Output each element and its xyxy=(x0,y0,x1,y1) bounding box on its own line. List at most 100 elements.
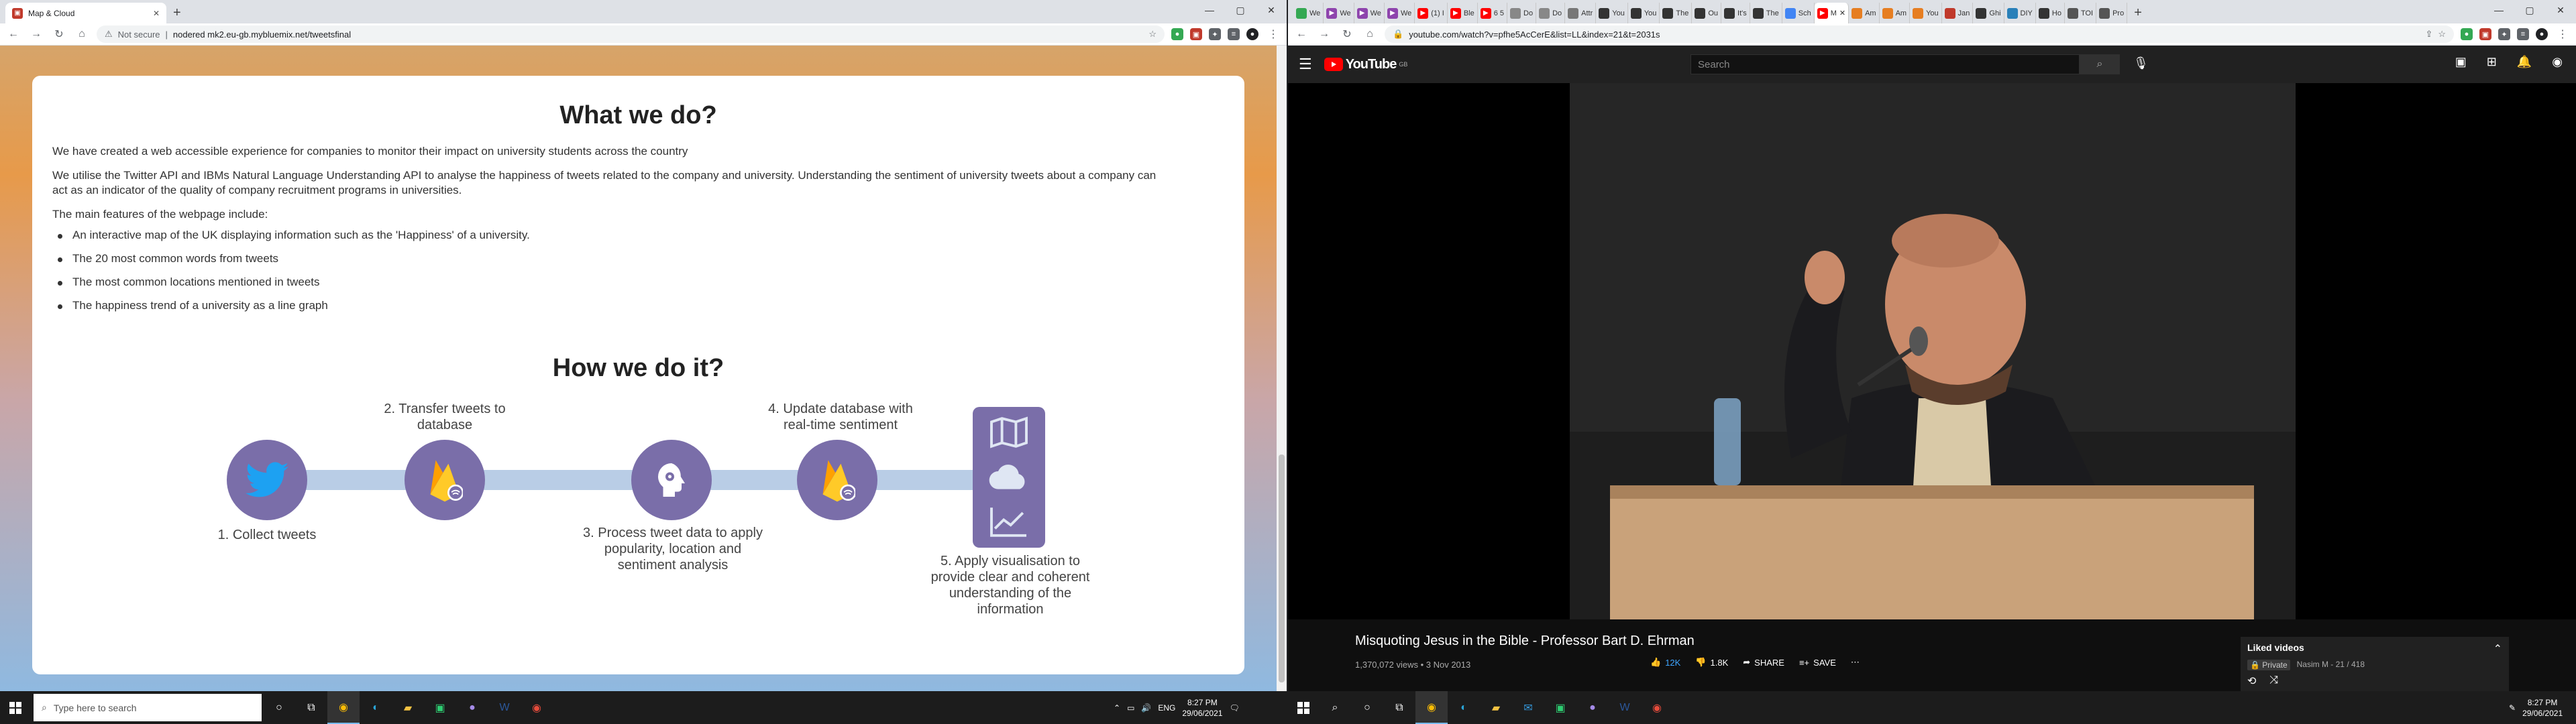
tab[interactable]: Attr xyxy=(1565,3,1597,23)
like-button[interactable]: 👍 12K xyxy=(1650,657,1680,668)
media-icon[interactable]: ≡ xyxy=(1228,28,1240,40)
tab[interactable]: The xyxy=(1660,3,1693,23)
tab[interactable]: You xyxy=(1910,3,1942,23)
pen-icon[interactable]: ✎ xyxy=(2509,703,2516,713)
tab[interactable]: Do xyxy=(1536,3,1566,23)
scrollbar-thumb[interactable] xyxy=(1279,455,1285,682)
left-address-bar[interactable]: ⚠ Not secure | nodered mk2.eu-gb.mybluem… xyxy=(97,25,1165,43)
tab[interactable]: Am xyxy=(1880,3,1911,23)
tab[interactable]: You xyxy=(1596,3,1628,23)
app-icon[interactable]: ◉ xyxy=(1641,691,1673,724)
tab[interactable]: Sch xyxy=(1782,3,1815,23)
menu-dots-icon[interactable]: ⋮ xyxy=(1265,26,1281,42)
chrome-icon[interactable]: ◉ xyxy=(1415,691,1448,724)
youtube-logo[interactable]: YouTube GB xyxy=(1324,57,1407,72)
more-actions-button[interactable]: ⋯ xyxy=(1851,657,1860,668)
back-button[interactable]: ← xyxy=(5,26,21,42)
hamburger-menu-icon[interactable]: ☰ xyxy=(1299,56,1312,73)
collapse-chevron-icon[interactable]: ⌃ xyxy=(2493,642,2502,656)
share-button[interactable]: ➦ SHARE xyxy=(1743,657,1784,668)
extension-icon[interactable]: ● xyxy=(1171,28,1183,40)
cortana-icon[interactable]: ○ xyxy=(1351,691,1383,724)
account-avatar-icon[interactable]: ◉ xyxy=(2552,55,2563,69)
clock[interactable]: 8:27 PM 29/06/2021 xyxy=(1182,697,1222,719)
profile-avatar-icon[interactable]: ● xyxy=(1246,28,1258,40)
menu-dots-icon[interactable]: ⋮ xyxy=(2555,26,2571,42)
tab[interactable]: ▶ We xyxy=(1385,3,1415,23)
chrome-icon[interactable]: ◉ xyxy=(327,691,360,724)
tab[interactable]: We xyxy=(1293,3,1324,23)
minimize-button[interactable]: — xyxy=(2483,0,2514,20)
file-explorer-icon[interactable]: ▰ xyxy=(1480,691,1512,724)
home-button[interactable]: ⌂ xyxy=(74,26,90,42)
extensions-puzzle-icon[interactable]: ✦ xyxy=(2498,28,2510,40)
bookmark-star-icon[interactable]: ☆ xyxy=(2438,29,2446,40)
tab[interactable]: Pro xyxy=(2096,3,2128,23)
tab[interactable]: Do xyxy=(1507,3,1537,23)
extensions-puzzle-icon[interactable]: ✦ xyxy=(1209,28,1221,40)
tab[interactable]: ▶ Ble xyxy=(1448,3,1478,23)
save-button[interactable]: ≡+ SAVE xyxy=(1799,658,1836,668)
tab[interactable]: ▶ We xyxy=(1354,3,1385,23)
active-youtube-tab[interactable]: ▶ M ✕ xyxy=(1814,3,1849,23)
extension-icon[interactable]: ● xyxy=(2461,28,2473,40)
tab[interactable]: TOI xyxy=(2065,3,2097,23)
tab[interactable]: ▶ 6 5 xyxy=(1478,3,1508,23)
edge-icon[interactable]: ◐ xyxy=(1448,691,1480,724)
profile-avatar-icon[interactable]: ● xyxy=(2536,28,2548,40)
github-desktop-icon[interactable]: ● xyxy=(1576,691,1609,724)
file-explorer-icon[interactable]: ▰ xyxy=(392,691,424,724)
extension-icon[interactable]: ▣ xyxy=(2479,28,2491,40)
maximize-button[interactable]: ▢ xyxy=(2514,0,2545,20)
left-page-scrollbar[interactable] xyxy=(1277,46,1287,691)
tab[interactable]: Jan xyxy=(1942,3,1974,23)
edge-icon[interactable]: ◐ xyxy=(360,691,392,724)
tab[interactable]: Ghi xyxy=(1973,3,2004,23)
word-icon[interactable]: W xyxy=(1609,691,1641,724)
cortana-icon[interactable]: ○ xyxy=(263,691,295,724)
tab[interactable]: You xyxy=(1628,3,1660,23)
start-button[interactable] xyxy=(1288,691,1319,724)
youtube-search-input[interactable]: Search xyxy=(1690,54,2080,74)
reload-button[interactable]: ↻ xyxy=(51,26,67,42)
tray-chevron-icon[interactable]: ⌃ xyxy=(1114,703,1120,713)
microphone-icon[interactable]: 🎙 xyxy=(2133,56,2149,70)
tab[interactable]: ▶ (1) I xyxy=(1415,3,1448,23)
taskbar-search-box[interactable]: ⌕ Type here to search xyxy=(34,694,262,721)
maximize-button[interactable]: ▢ xyxy=(1225,0,1256,20)
terminal-icon[interactable]: ▣ xyxy=(1544,691,1576,724)
forward-button[interactable]: → xyxy=(1316,26,1332,42)
forward-button[interactable]: → xyxy=(28,26,44,42)
home-button[interactable]: ⌂ xyxy=(1362,26,1378,42)
video-player[interactable] xyxy=(1288,83,2576,619)
close-tab-icon[interactable]: ✕ xyxy=(1839,9,1845,17)
apps-grid-icon[interactable]: ⊞ xyxy=(2487,55,2497,69)
word-icon[interactable]: W xyxy=(488,691,521,724)
notifications-bell-icon[interactable]: 🔔 xyxy=(2517,55,2532,69)
tab[interactable]: The xyxy=(1750,3,1782,23)
clock[interactable]: 8:27 PM 29/06/2021 xyxy=(2522,697,2563,719)
tab[interactable]: Ho xyxy=(2036,3,2065,23)
left-active-tab[interactable]: ▣ Map & Cloud ✕ xyxy=(5,3,166,23)
close-window-button[interactable]: ✕ xyxy=(1256,0,1287,20)
volume-icon[interactable]: 🔊 xyxy=(1141,703,1151,713)
reload-button[interactable]: ↻ xyxy=(1339,26,1355,42)
task-view-icon[interactable]: ⧉ xyxy=(295,691,327,724)
network-icon[interactable]: ▭ xyxy=(1127,703,1134,713)
tab[interactable]: Ou xyxy=(1692,3,1722,23)
close-tab-icon[interactable]: ✕ xyxy=(153,9,160,18)
tab[interactable]: It's xyxy=(1721,3,1750,23)
task-view-icon[interactable]: ⧉ xyxy=(1383,691,1415,724)
create-video-icon[interactable]: ▣ xyxy=(2455,55,2467,69)
tab[interactable]: DIY xyxy=(2004,3,2036,23)
shuffle-icon[interactable]: ⤨ xyxy=(2269,674,2278,688)
bookmark-star-icon[interactable]: ☆ xyxy=(1148,29,1157,40)
mail-icon[interactable]: ✉ xyxy=(1512,691,1544,724)
terminal-icon[interactable]: ▣ xyxy=(424,691,456,724)
extension-icon[interactable]: ▣ xyxy=(1190,28,1202,40)
language-indicator[interactable]: ENG xyxy=(1158,703,1175,713)
tab[interactable]: ▶ We xyxy=(1324,3,1354,23)
new-tab-button[interactable]: + xyxy=(166,3,188,23)
start-button[interactable] xyxy=(0,691,31,724)
share-page-icon[interactable]: ⇪ xyxy=(2425,29,2432,40)
